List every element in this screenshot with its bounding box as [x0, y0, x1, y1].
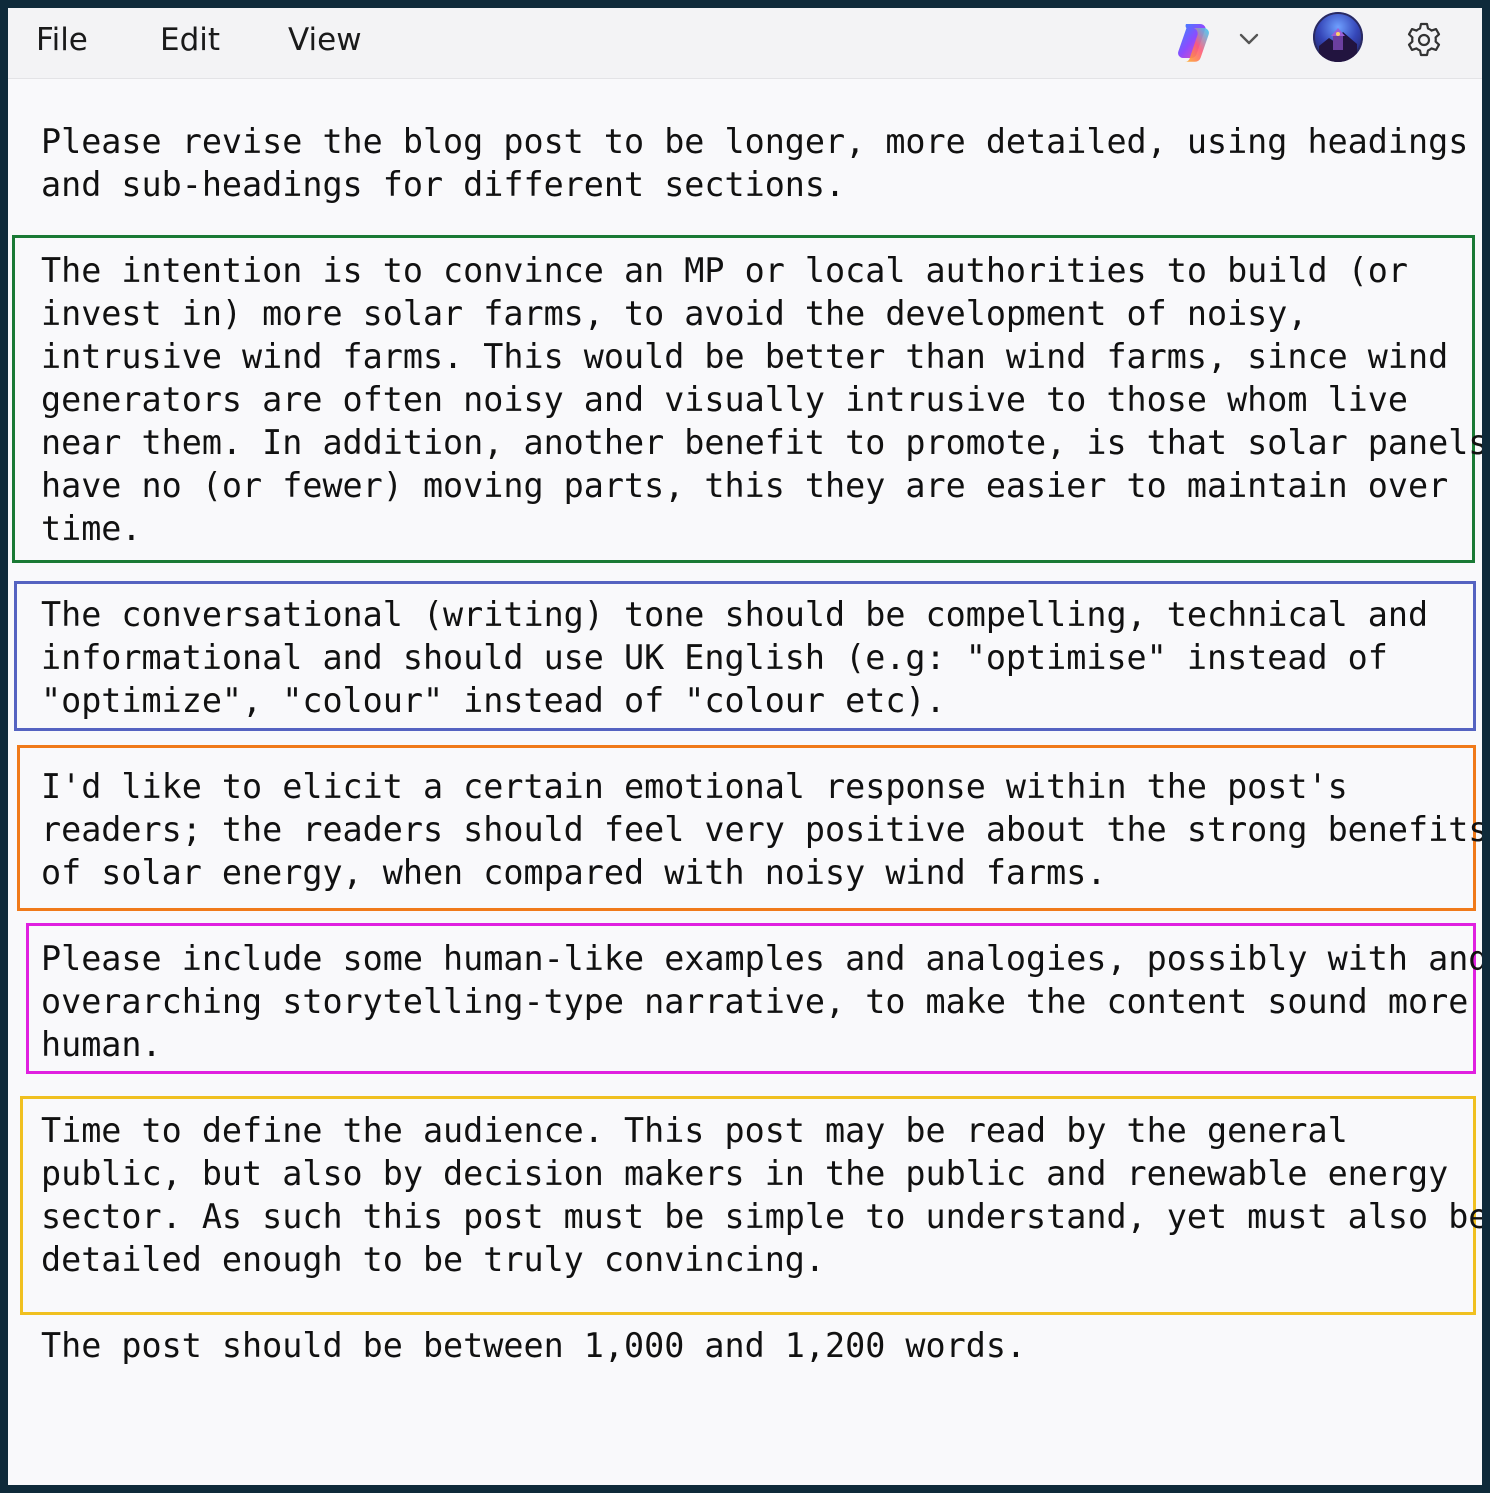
menu-file[interactable]: File	[30, 20, 94, 60]
paragraph-tone: The conversational (writing) tone should…	[41, 595, 1429, 720]
paragraph-examples: Please include some human-like examples …	[41, 939, 1482, 1064]
menu-bar: File Edit View	[8, 8, 1482, 79]
gear-icon[interactable]	[1404, 20, 1444, 60]
menu-edit[interactable]: Edit	[154, 20, 226, 60]
paragraph-word-count: The post should be between 1,000 and 1,2…	[41, 1326, 1027, 1365]
chevron-down-icon[interactable]	[1234, 24, 1264, 54]
menu-view[interactable]: View	[282, 20, 368, 60]
paragraph-audience: Time to define the audience. This post m…	[41, 1111, 1482, 1279]
paragraph-intention: The intention is to convince an MP or lo…	[41, 251, 1482, 548]
user-avatar[interactable]	[1313, 12, 1363, 62]
notepad-window: File Edit View Please revise the blog po…	[8, 8, 1482, 1485]
copilot-icon[interactable]	[1172, 18, 1218, 64]
paragraph-revise-request: Please revise the blog post to be longer…	[41, 122, 1469, 204]
paragraph-emotional-response: I'd like to elicit a certain emotional r…	[41, 767, 1482, 892]
